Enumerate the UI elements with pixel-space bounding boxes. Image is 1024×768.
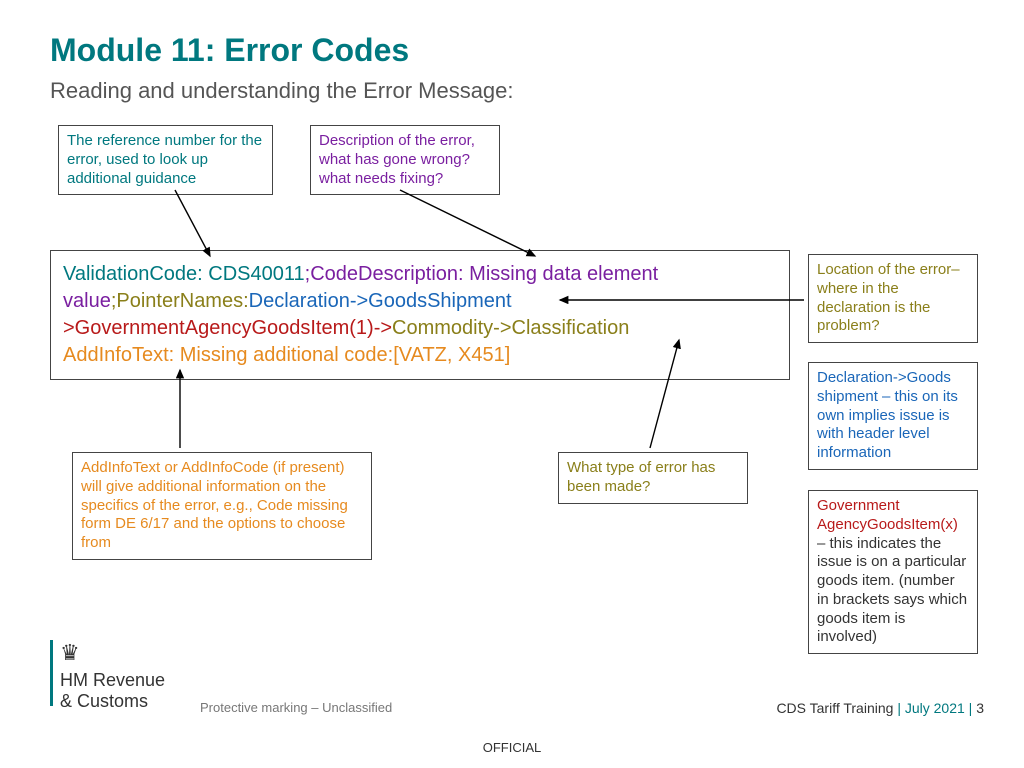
official-marking: OFFICIAL <box>0 740 1024 755</box>
callout-description: Description of the error, what has gone … <box>310 125 500 195</box>
footer-right: CDS Tariff Training | July 2021 | 3 <box>776 700 984 716</box>
slide-title: Module 11: Error Codes <box>50 32 409 69</box>
callout-location: Location of the error– where in the decl… <box>808 254 978 343</box>
error-message-box: ValidationCode: CDS40011;CodeDescription… <box>50 250 790 380</box>
err-addinfo: AddInfoText: Missing additional code:[VA… <box>63 344 510 366</box>
footer-sep1: | <box>897 700 905 716</box>
callout-government-prefix: Government AgencyGoodsItem(x) <box>817 497 958 533</box>
protective-marking: Protective marking – Unclassified <box>200 700 392 715</box>
crown-icon: ♛ <box>60 640 165 666</box>
err-validation-code: ValidationCode: CDS40011 <box>63 263 305 285</box>
err-pointer-names: PointerNames: <box>116 290 248 312</box>
slide-subtitle: Reading and understanding the Error Mess… <box>50 78 514 104</box>
callout-declaration: Declaration->Goods shipment – this on it… <box>808 362 978 470</box>
footer-page: 3 <box>976 700 984 716</box>
callout-reference: The reference number for the error, used… <box>58 125 273 195</box>
callout-whattype: What type of error has been made? <box>558 452 748 504</box>
err-government: >GovernmentAgencyGoodsItem(1)-> <box>63 317 392 339</box>
logo-line1: HM Revenue <box>60 670 165 691</box>
err-decl-goods: Declaration->GoodsShipment <box>249 290 512 312</box>
hmrc-logo: ♛ HM Revenue & Customs <box>50 640 165 712</box>
logo-line2: & Customs <box>60 691 165 712</box>
callout-government: Government AgencyGoodsItem(x) – this ind… <box>808 490 978 654</box>
footer-sep2: | <box>965 700 976 716</box>
callout-addinfo: AddInfoText or AddInfoCode (if present) … <box>72 452 372 560</box>
err-commodity: Commodity->Classification <box>392 317 629 339</box>
footer-training: CDS Tariff Training <box>776 700 893 716</box>
footer-date: July 2021 <box>905 700 965 716</box>
callout-government-rest: – this indicates the issue is on a parti… <box>817 535 967 646</box>
